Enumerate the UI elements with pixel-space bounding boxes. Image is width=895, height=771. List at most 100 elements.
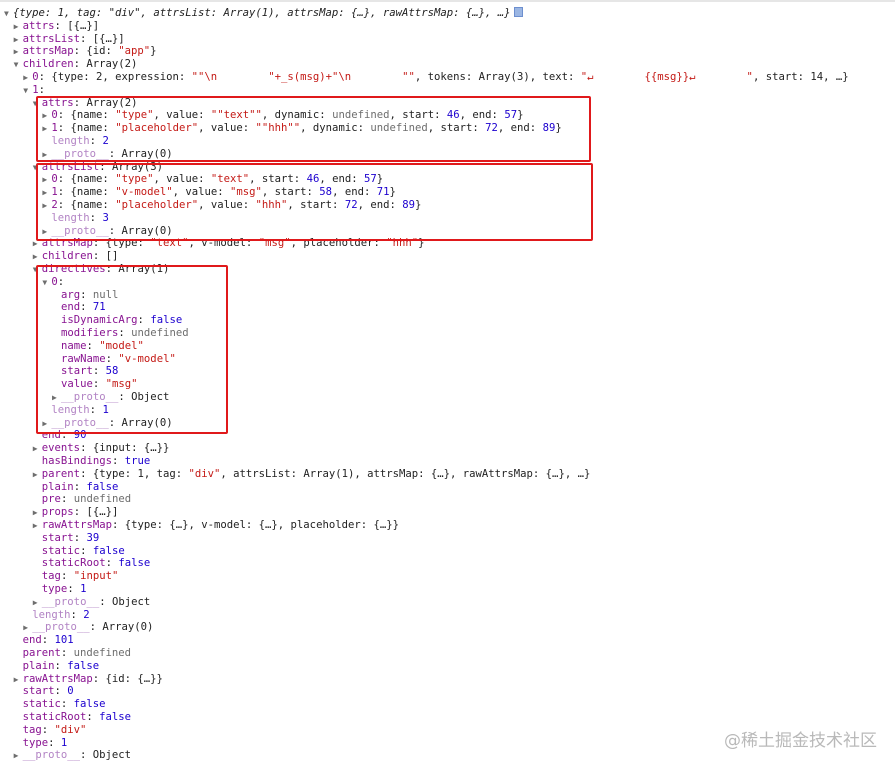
tree-token: : {type: 2, expression:: [38, 71, 192, 83]
tree-token: "↵ {{msg}}↵ ": [580, 71, 753, 83]
tree-row: type: 1: [14, 737, 68, 750]
collapsed-triangle-icon[interactable]: ▶: [33, 468, 42, 481]
tree-row: start: 0: [14, 685, 74, 698]
tree-token: : {input: {…}}: [80, 442, 170, 455]
tree-token: , tokens: Array(3), text:: [414, 71, 581, 83]
tree-token: : [{…}]: [73, 506, 119, 519]
collapsed-triangle-icon[interactable]: ▶: [14, 673, 23, 686]
tree-token: : {type: {…}, v-model: {…}, placeholder:…: [111, 519, 399, 531]
tree-row[interactable]: ▼ {type: 1, tag: "div", attrsList: Array(…: [4, 7, 524, 20]
tree-row[interactable]: ▶ __proto__: Array(0): [23, 621, 153, 634]
highlight-box-directives: [36, 265, 228, 434]
tree-token: false: [67, 659, 100, 672]
tree-row[interactable]: ▶ __proto__: Object: [14, 749, 131, 762]
expanded-triangle-icon[interactable]: ▼: [23, 84, 32, 97]
tree-token: :: [73, 531, 87, 544]
tree-token: "div": [188, 467, 221, 480]
tree-token: : Object: [99, 595, 151, 608]
expanded-triangle-icon[interactable]: ▼: [14, 58, 23, 71]
tree-token: : {id: {…}}: [92, 672, 163, 685]
tree-token: :: [111, 455, 125, 467]
tree-token: , start: 14, …}: [752, 71, 849, 83]
tree-token: static: [41, 544, 81, 557]
highlight-box-attrs-list: [36, 163, 593, 241]
tree-row: hasBindings: true: [33, 455, 150, 468]
highlight-box-attrs: [36, 96, 591, 162]
tree-token: :: [54, 659, 68, 672]
tree-token: start: [22, 685, 55, 698]
collapsed-triangle-icon[interactable]: ▶: [23, 71, 32, 84]
tree-token: attrs: [22, 19, 55, 32]
tree-token: false: [99, 711, 132, 723]
tree-token: :: [105, 557, 119, 570]
collapsed-triangle-icon[interactable]: ▶: [33, 506, 42, 519]
tree-token: :: [41, 634, 55, 647]
tree-row[interactable]: ▶ __proto__: Object: [33, 596, 150, 609]
tree-token: : []: [92, 250, 119, 263]
collapsed-triangle-icon[interactable]: ▶: [14, 749, 23, 762]
tree-row[interactable]: ▶ children: []: [33, 250, 119, 263]
tree-token: :: [48, 736, 61, 749]
tree-token: rawAttrsMap: [22, 672, 93, 685]
info-icon[interactable]: [514, 7, 524, 17]
tree-row[interactable]: ▶ events: {input: {…}}: [33, 442, 170, 455]
tree-row[interactable]: ▶ attrsMap: {id: "app"}: [14, 45, 157, 58]
tree-row: end: 101: [14, 634, 74, 647]
tree-row[interactable]: ▶ 0: {type: 2, expression: ""\n "+_s(msg)…: [23, 71, 848, 84]
expanded-triangle-icon[interactable]: ▼: [4, 7, 13, 20]
collapsed-triangle-icon[interactable]: ▶: [33, 596, 42, 609]
tree-token: : Object: [80, 749, 132, 762]
collapsed-triangle-icon[interactable]: ▶: [33, 250, 42, 263]
tree-token: : Array(0): [89, 621, 154, 634]
tree-token: :: [60, 493, 74, 506]
tree-token: :: [38, 83, 45, 96]
tree-row: static: false: [14, 698, 106, 711]
tree-token: plain: [22, 659, 55, 672]
collapsed-triangle-icon[interactable]: ▶: [14, 20, 23, 33]
collapsed-triangle-icon[interactable]: ▶: [23, 621, 32, 634]
tree-row: pre: undefined: [33, 493, 131, 506]
tree-token: length: [32, 608, 71, 621]
tree-token: :: [60, 570, 74, 583]
tree-row[interactable]: ▶ rawAttrsMap: {id: {…}}: [14, 673, 163, 686]
tree-token: :: [67, 583, 81, 595]
tree-row: staticRoot: false: [33, 557, 150, 570]
tree-token: static: [22, 698, 61, 711]
tree-token: tag: [22, 723, 42, 736]
tree-token: :: [80, 544, 93, 557]
tree-row[interactable]: ▶ parent: {type: 1, tag: "div", attrsList…: [33, 468, 591, 481]
tree-token: tag: [41, 570, 61, 583]
tree-row[interactable]: ▶ rawAttrsMap: {type: {…}, v-model: {…}, …: [33, 519, 399, 532]
collapsed-triangle-icon[interactable]: ▶: [14, 45, 23, 58]
tree-token: : {id:: [73, 45, 119, 58]
tree-token: children: [41, 250, 93, 263]
tree-token: "div": [54, 723, 87, 736]
tree-token: staticRoot: [22, 711, 87, 723]
tree-row: tag: "input": [33, 570, 119, 583]
tree-token: : [{…}]: [80, 32, 125, 45]
tree-row[interactable]: ▶ attrsList: [{…}]: [14, 33, 125, 46]
tree-token: : Array(2): [73, 58, 138, 71]
tree-token: :: [60, 698, 74, 711]
tree-token: : [{…}]: [54, 19, 100, 32]
tree-token: type: [41, 583, 68, 595]
tree-token: {type: 1, tag: "div", attrsList: Array(1…: [13, 7, 511, 19]
tree-row[interactable]: ▼ 1:: [23, 84, 45, 97]
tree-row: length: 2: [23, 609, 89, 622]
tree-row: plain: false: [33, 481, 119, 494]
collapsed-triangle-icon[interactable]: ▶: [14, 33, 23, 46]
collapsed-triangle-icon[interactable]: ▶: [33, 519, 42, 532]
tree-row[interactable]: ▶ attrs: [{…}]: [14, 20, 100, 33]
tree-token: events: [41, 442, 81, 455]
tree-token: rawAttrsMap: [41, 519, 112, 531]
tree-row[interactable]: ▼ children: Array(2): [14, 58, 138, 71]
collapsed-triangle-icon[interactable]: ▶: [33, 442, 42, 455]
tree-token: false: [86, 480, 119, 493]
tree-token: __proto__: [22, 749, 80, 762]
tree-row[interactable]: ▶ props: [{…}]: [33, 506, 119, 519]
tree-token: :: [73, 480, 87, 493]
tree-token: attrsMap: [22, 45, 74, 58]
tree-row: start: 39: [33, 532, 99, 545]
tree-token: :: [70, 608, 84, 621]
tree-token: plain: [41, 480, 74, 493]
